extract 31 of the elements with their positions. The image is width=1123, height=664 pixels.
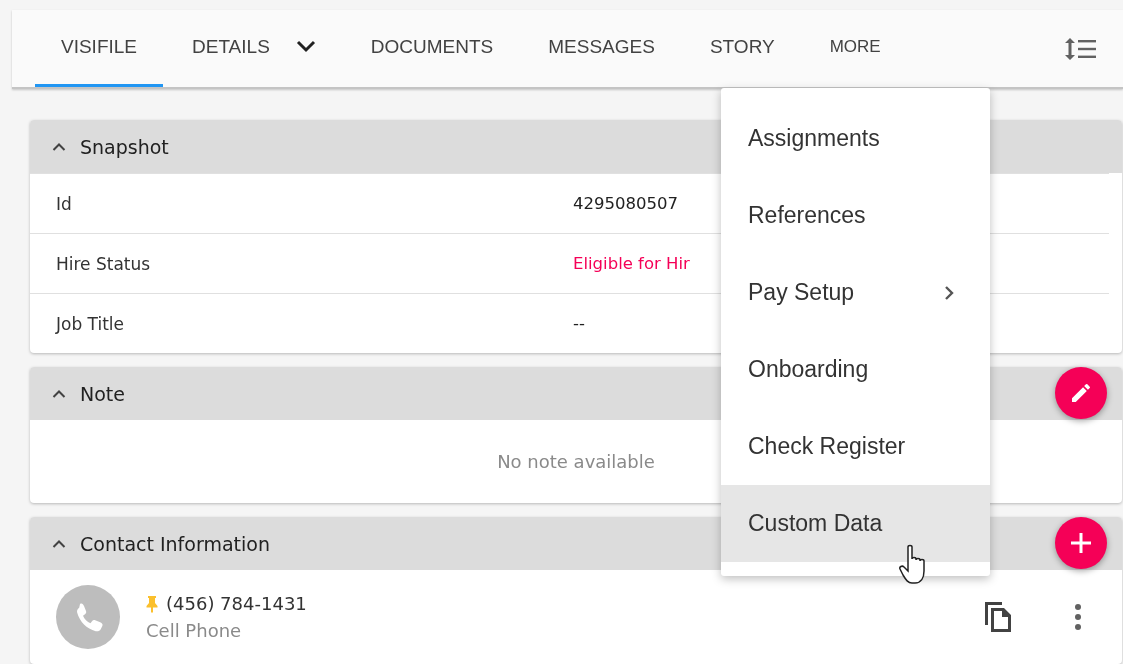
tab[interactable]: VISIFILE — [35, 10, 164, 87]
menu-item[interactable]: References — [721, 177, 990, 254]
tab[interactable]: STORY — [683, 10, 801, 87]
field-label: Hire Status — [55, 253, 152, 274]
more-vertical-icon[interactable] — [1074, 603, 1082, 631]
copy-icon[interactable] — [982, 599, 1014, 635]
chevron-up-icon[interactable] — [52, 539, 66, 548]
chevron-up-icon[interactable] — [52, 142, 66, 151]
field-label: Id — [55, 193, 73, 214]
field-value: 4295080507 — [573, 194, 678, 213]
pencil-icon — [1069, 381, 1093, 405]
tab[interactable]: DETAILS — [166, 10, 342, 87]
tab[interactable]: MESSAGES — [522, 10, 681, 87]
chevron-up-icon[interactable] — [52, 389, 66, 398]
phone-type: Cell Phone — [146, 620, 243, 641]
chevron-right-icon[interactable] — [944, 284, 954, 301]
empty-message: No note available — [497, 451, 655, 472]
card-title: Note — [80, 382, 125, 405]
tab[interactable]: DOCUMENTS — [344, 10, 520, 87]
menu-item[interactable]: Custom Data — [721, 485, 990, 562]
chevron-down-icon[interactable] — [295, 40, 316, 54]
menu-item[interactable]: Pay Setup — [721, 254, 990, 331]
plus-icon — [1071, 533, 1091, 553]
phone-avatar-icon — [56, 585, 120, 649]
phone-number: (456) 784-1431 — [166, 593, 307, 614]
field-value: Eligible for Hir — [573, 254, 690, 273]
card-title: Contact Information — [80, 532, 270, 555]
field-label: Job Title — [54, 313, 126, 334]
card-title: Snapshot — [80, 135, 169, 158]
field-value: -- — [573, 314, 585, 333]
tab[interactable]: MORE — [803, 10, 907, 87]
